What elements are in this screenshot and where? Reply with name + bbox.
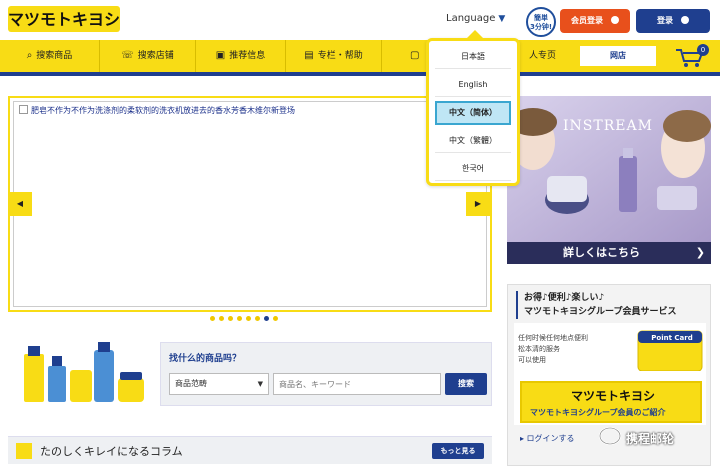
arrow-circle-icon — [681, 16, 689, 24]
language-label: Language — [446, 13, 496, 24]
language-toggle[interactable]: Language ▼ — [446, 13, 505, 24]
caption-text: 肥皂不作为不作为洗涤剂的柔软剂的洗衣机放进去的香水芳香木维尔新登场 — [31, 106, 295, 115]
instream-ad-banner[interactable]: INSTREAM 詳しくはこちら ❯ — [507, 96, 711, 264]
badge-line2: 3分钟! — [529, 23, 553, 31]
cart-count-badge: 0 — [697, 44, 709, 56]
carousel-prev-button[interactable]: ◀ — [8, 192, 32, 216]
carousel-dot[interactable] — [264, 316, 269, 321]
carousel-next-button[interactable]: ▶ — [466, 192, 490, 216]
see-more-button[interactable]: もっと見る — [432, 443, 484, 459]
nav-label: 人专页 — [528, 51, 556, 61]
column-icon — [16, 443, 32, 459]
online-shop-button[interactable]: 网店 — [580, 46, 656, 66]
member-text-line2: 松本清的服务 — [518, 345, 560, 353]
language-dropdown: 日本語 English 中文（简体） 中文（繁體） 한국어 — [426, 30, 520, 186]
carousel-dots — [210, 314, 282, 322]
ad-cta-label: 詳しくはこちら — [563, 246, 640, 259]
nav-search-products[interactable]: ⌕ 搜索商品 — [0, 40, 100, 72]
chevron-right-icon: ❯ — [695, 246, 705, 259]
nav-search-stores[interactable]: ☏ 搜索店铺 — [100, 40, 196, 72]
carousel-dot[interactable] — [255, 316, 260, 321]
member-body: 任何时候任何地点便利 松本清的服务 可以使用 Point Card マツモトキヨ… — [514, 323, 706, 425]
member-heading-line2: マツモトキヨシグループ会員サービス — [524, 307, 677, 317]
carousel-dot[interactable] — [219, 316, 224, 321]
member-login-link[interactable]: ▸ ログインする — [520, 433, 575, 444]
language-option[interactable]: 한국어 — [435, 157, 511, 181]
products-illustration — [24, 342, 144, 402]
search-icon: ⌕ — [26, 50, 33, 61]
nav-label: 搜索店铺 — [137, 51, 174, 61]
carousel-slide[interactable]: 肥皂不作为不作为洗涤剂的柔软剂的洗衣机放进去的香水芳香木维尔新登场 — [13, 101, 487, 307]
language-option[interactable]: 中文（繁體） — [435, 129, 511, 153]
cta-logo-text: マツモトキヨシ — [571, 389, 655, 403]
login-button[interactable]: 登录 — [636, 9, 710, 33]
ad-details-link[interactable]: 詳しくはこちら ❯ — [507, 242, 711, 264]
phone-icon: ☏ — [121, 50, 134, 61]
select-value: 商品范畴 — [175, 379, 207, 388]
site-header: マツモトキヨシ Language ▼ 簡単 3分钟! 会员登录 登录 — [0, 0, 720, 40]
member-intro-link[interactable]: マツモトキヨシ マツモトキヨシグループ会員のご紹介 — [520, 381, 702, 423]
hero-carousel: 肥皂不作为不作为洗涤剂的柔软剂的洗衣机放进去的香水芳香木维尔新登场 — [8, 96, 492, 312]
carousel-dot[interactable] — [246, 316, 251, 321]
gift-icon: ▣ — [215, 50, 226, 61]
member-text-line1: 任何时候任何地点便利 — [518, 334, 588, 342]
card-label: Point Card — [651, 334, 692, 342]
broken-image-icon — [19, 105, 28, 114]
nav-label: 专栏・帮助 — [317, 51, 363, 61]
note-icon: ▤ — [304, 50, 314, 61]
logo-text: マツモトキヨシ — [8, 10, 120, 29]
member-text-line3: 可以使用 — [518, 356, 546, 364]
watermark-text: 携程邮轮 — [626, 432, 675, 446]
nav-column-help[interactable]: ▤ 专栏・帮助 — [286, 40, 382, 72]
matsumoto-kiyoshi-logo[interactable]: マツモトキヨシ — [8, 6, 120, 32]
ad-title: INSTREAM — [563, 118, 653, 134]
register-button[interactable]: 会员登录 — [560, 9, 630, 33]
language-option[interactable]: 日本語 — [435, 45, 511, 69]
carousel-dot[interactable] — [210, 316, 215, 321]
member-description: 任何时候任何地点便利 松本清的服务 可以使用 — [518, 333, 588, 366]
cta-logo: マツモトキヨシ — [558, 386, 668, 404]
column-title: たのしくキレイになるコラム — [40, 445, 183, 458]
cta-text: マツモトキヨシグループ会員のご紹介 — [530, 408, 666, 417]
point-card-image: Point Card — [637, 330, 703, 371]
main-nav: ⌕ 搜索商品 ☏ 搜索店铺 ▣ 推荐信息 ▤ 专栏・帮助 ▢ 人专页 网店 — [0, 40, 720, 76]
finder-title: 找什么的商品吗？ — [169, 354, 242, 364]
nav-label: 推荐信息 — [229, 51, 266, 61]
product-finder: 找什么的商品吗？ 商品范畴 ▼ 搜索 — [160, 342, 492, 406]
caret-down-icon: ▼ — [257, 380, 263, 388]
carousel-dot[interactable] — [228, 316, 233, 321]
nav-label: 搜索商品 — [36, 51, 73, 61]
carousel-dot[interactable] — [273, 316, 278, 321]
bag-icon: ▢ — [410, 50, 420, 61]
category-select[interactable]: 商品范畴 ▼ — [169, 373, 269, 395]
arrow-circle-icon — [611, 16, 619, 24]
login-label: 登录 — [657, 16, 673, 25]
language-option[interactable]: English — [435, 73, 511, 97]
nav-recommended[interactable]: ▣ 推荐信息 — [196, 40, 286, 72]
caret-down-icon: ▼ — [498, 14, 506, 24]
carousel-caption: 肥皂不作为不作为洗涤剂的柔软剂的洗衣机放进去的香水芳香木维尔新登场 — [19, 105, 295, 116]
member-heading-line1: お得♪便利♪楽しい♪ — [524, 293, 605, 303]
search-button[interactable]: 搜索 — [445, 373, 487, 395]
badge-line1: 簡単 — [534, 14, 548, 22]
quick-register-badge: 簡単 3分钟! — [526, 7, 556, 37]
language-option[interactable]: 中文（简体） — [435, 101, 511, 125]
carousel-dot[interactable] — [237, 316, 242, 321]
register-label: 会员登录 — [571, 16, 603, 25]
member-heading: お得♪便利♪楽しい♪ マツモトキヨシグループ会員サービス — [516, 291, 676, 319]
shop-label: 网店 — [610, 51, 626, 60]
keyword-input[interactable] — [273, 373, 441, 395]
column-section-header: たのしくキレイになるコラム もっと見る — [8, 436, 492, 464]
